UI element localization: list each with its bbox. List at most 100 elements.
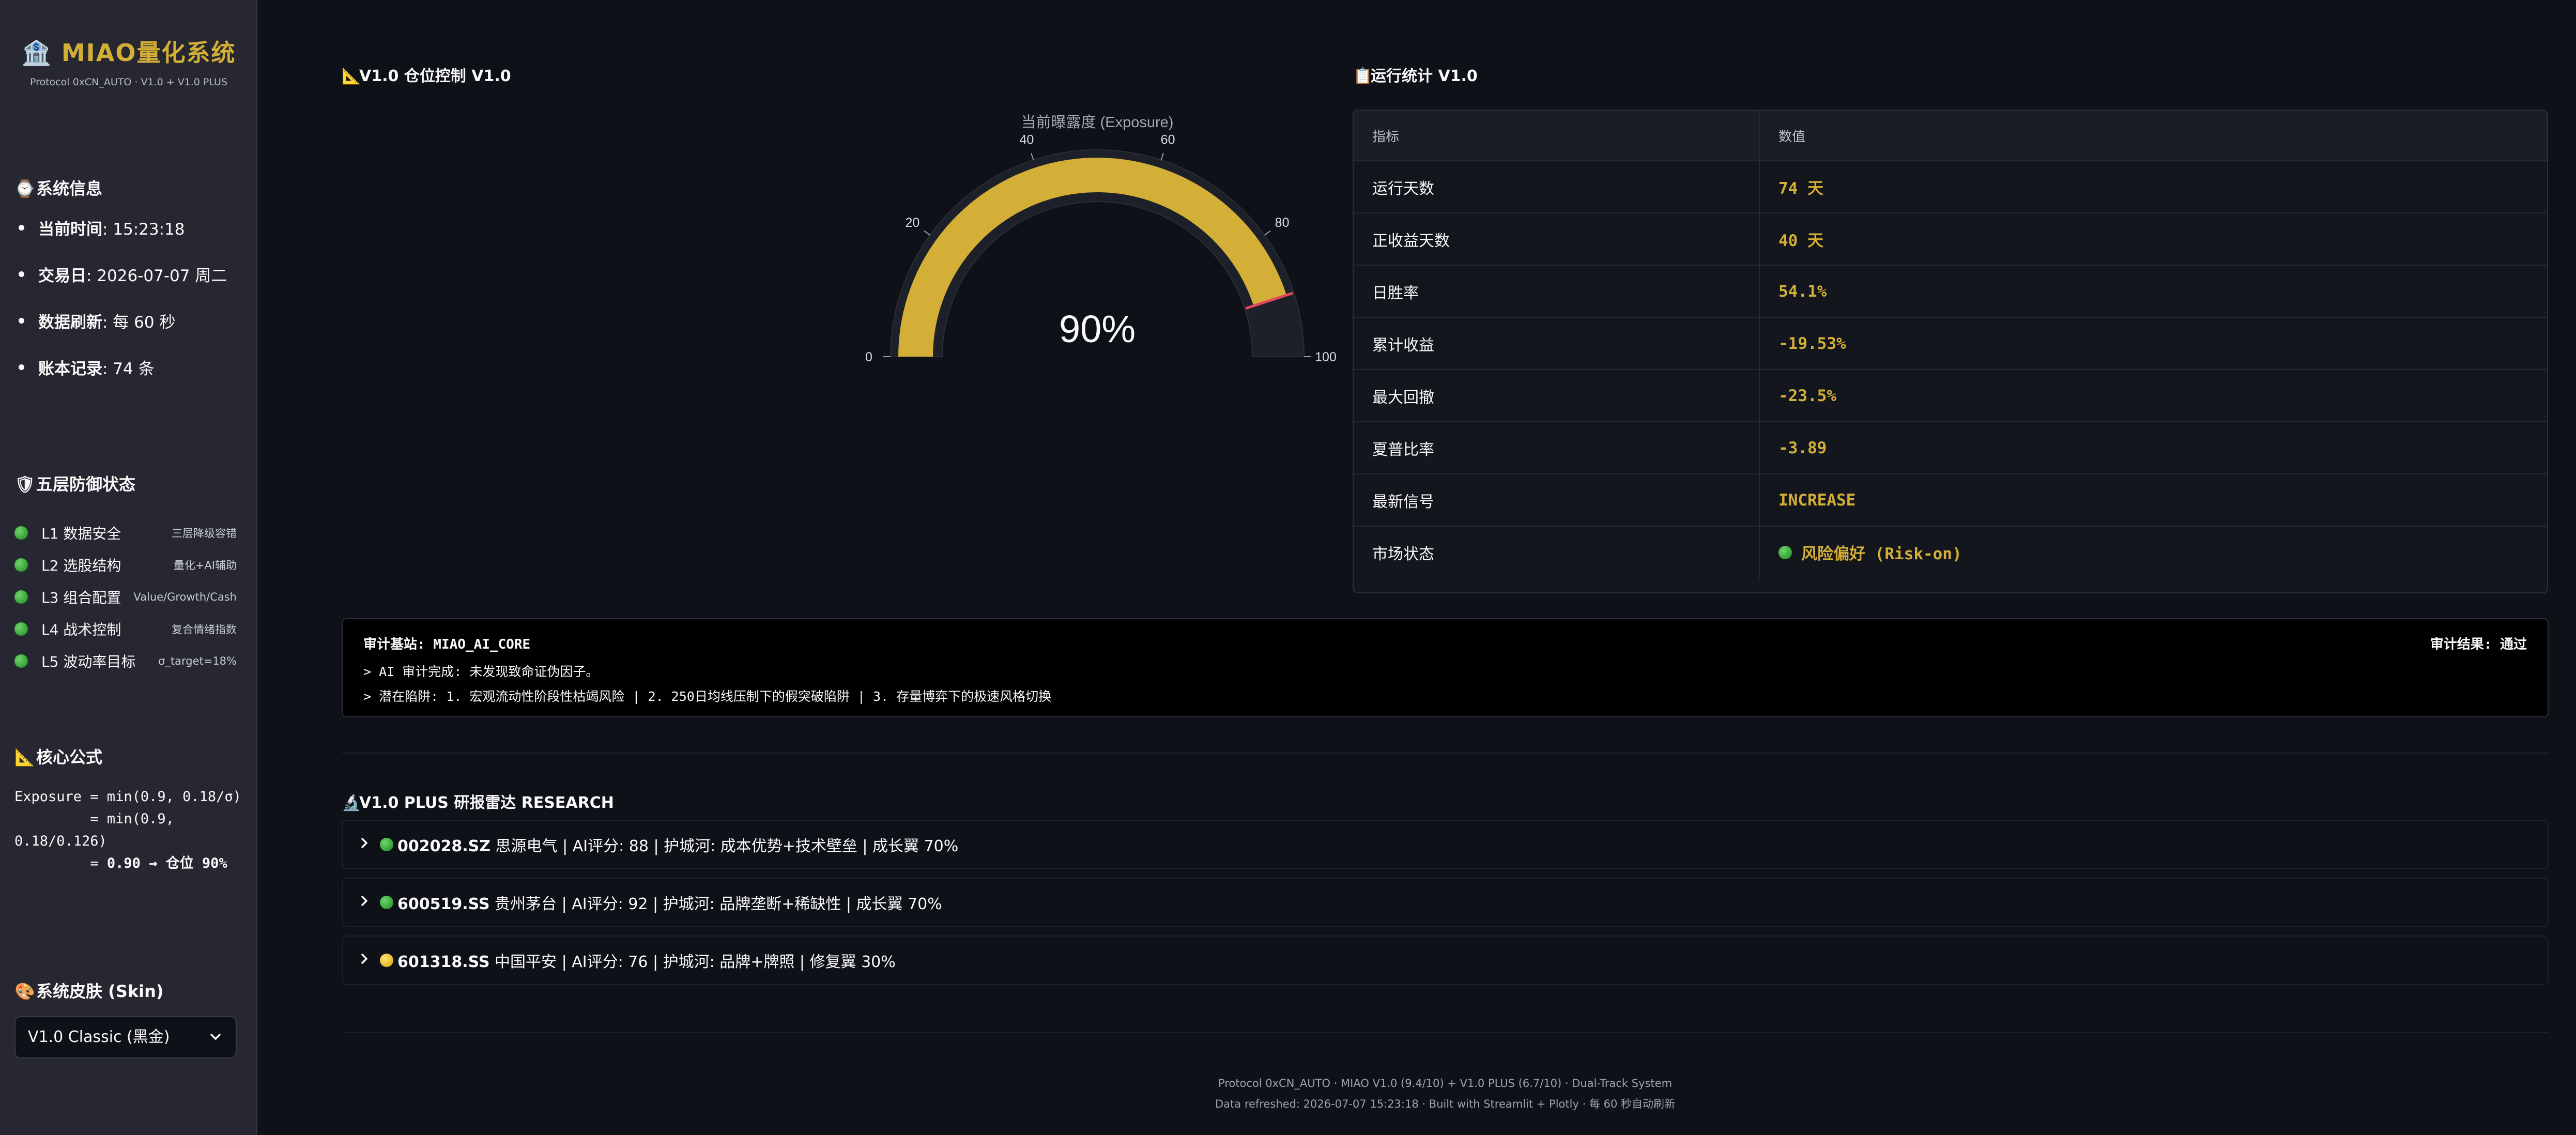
skin-heading: 🎨系统皮肤 (Skin) bbox=[14, 978, 163, 1002]
green-status-icon bbox=[380, 838, 393, 851]
skin-title: 系统皮肤 (Skin) bbox=[36, 981, 164, 1001]
triangle-ruler-icon: 📐 bbox=[342, 67, 361, 85]
app-root: 🏦 MIAO量化系统 Protocol 0xCN_AUTO · V1.0 + V… bbox=[0, 0, 2576, 1135]
exposure-gauge: 当前曝露度 (Exposure) 0 20 40 60 80 100 90% bbox=[851, 103, 1368, 393]
formula-title: 核心公式 bbox=[36, 747, 103, 767]
run-stats-heading: 📋运行统计 V1.0 bbox=[1353, 63, 1478, 86]
position-control-title: V1.0 仓位控制 V1.0 bbox=[359, 67, 511, 85]
metric-cell: 运行天数 bbox=[1354, 161, 1760, 212]
header-metric: 指标 bbox=[1354, 111, 1760, 160]
table-row: 日胜率 54.1% bbox=[1354, 265, 2547, 317]
defense-item: L5 波动率目标 σ_target=18% bbox=[14, 645, 237, 677]
sidebar: 🏦 MIAO量化系统 Protocol 0xCN_AUTO · V1.0 + V… bbox=[0, 0, 257, 1135]
formula-result: 0.90 → 仓位 90% bbox=[106, 855, 227, 871]
table-row: 最新信号 INCREASE bbox=[1354, 473, 2547, 526]
system-info-heading: ⌚系统信息 bbox=[14, 176, 102, 200]
green-status-icon bbox=[14, 590, 28, 604]
gauge-tick-mark bbox=[924, 230, 930, 236]
formula-line-1: Exposure = min(0.9, 0.18/σ) bbox=[14, 789, 241, 805]
defense-note: 复合情绪指数 bbox=[172, 623, 237, 636]
gauge-tick-label: 100 bbox=[1315, 350, 1337, 364]
palette-icon: 🎨 bbox=[14, 981, 35, 1001]
table-row: 市场状态 风险偏好 (Risk-on) bbox=[1354, 526, 2547, 578]
gauge-tick-mark bbox=[1264, 230, 1271, 236]
footer-line-2: Data refreshed: 2026-07-07 15:23:18 · Bu… bbox=[1215, 1098, 1675, 1110]
gauge-tick-mark bbox=[1160, 152, 1164, 160]
metric-cell: 正收益天数 bbox=[1354, 213, 1760, 265]
system-info-list: 当前时间: 15:23:18 交易日: 2026-07-07 周二 数据刷新: … bbox=[14, 216, 227, 402]
formula-line-2: = min(0.9, 0.18/0.126) bbox=[14, 811, 183, 849]
info-item-trade-day: 交易日: 2026-07-07 周二 bbox=[14, 263, 227, 309]
defense-note: Value/Growth/Cash bbox=[133, 591, 237, 603]
gauge-tick-label: 40 bbox=[1020, 133, 1034, 147]
position-control-heading: 📐V1.0 仓位控制 V1.0 bbox=[342, 63, 511, 86]
formula-line-3-prefix: = bbox=[14, 855, 107, 871]
run-stats-title: 运行统计 V1.0 bbox=[1371, 67, 1478, 85]
chevron-right-icon bbox=[359, 952, 380, 970]
gauge-svg: 当前曝露度 (Exposure) 0 20 40 60 80 100 90% bbox=[865, 114, 1337, 364]
defense-label: L2 选股结构 bbox=[41, 557, 121, 574]
info-label: 数据刷新 bbox=[38, 313, 102, 332]
stock-details: 思源电气 | AI评分: 88 | 护城河: 成本优势+技术壁垒 | 成长翼 7… bbox=[490, 837, 959, 855]
metric-cell: 市场状态 bbox=[1354, 527, 1760, 578]
info-label: 交易日 bbox=[38, 267, 86, 285]
skin-selected-value: V1.0 Classic (黑金) bbox=[28, 1028, 170, 1046]
defense-label: L3 组合配置 bbox=[41, 589, 121, 606]
research-heading: 🔬V1.0 PLUS 研报雷达 RESEARCH bbox=[342, 790, 614, 812]
table-row: 运行天数 74 天 bbox=[1354, 160, 2547, 212]
info-label: 账本记录 bbox=[38, 360, 102, 378]
research-expander[interactable]: 601318.SS 中国平安 | AI评分: 76 | 护城河: 品牌+牌照 |… bbox=[342, 935, 2549, 985]
yellow-status-icon bbox=[380, 954, 393, 967]
gauge-tick-mark bbox=[1031, 152, 1034, 160]
watch-icon: ⌚ bbox=[14, 179, 35, 198]
chevron-right-icon bbox=[359, 836, 380, 854]
audit-result: 审计结果: 通过 bbox=[2430, 637, 2527, 652]
info-item-refresh: 数据刷新: 每 60 秒 bbox=[14, 309, 227, 356]
audit-header: 审计基站: MIAO_AI_CORE bbox=[363, 637, 531, 652]
stock-details: 中国平安 | AI评分: 76 | 护城河: 品牌+牌照 | 修复翼 30% bbox=[489, 953, 896, 971]
info-value: : 每 60 秒 bbox=[102, 313, 176, 332]
value-cell: 54.1% bbox=[1778, 282, 1827, 301]
brand-subtitle: Protocol 0xCN_AUTO · V1.0 + V1.0 PLUS bbox=[29, 76, 228, 88]
metric-cell: 夏普比率 bbox=[1354, 422, 1760, 473]
green-status-icon bbox=[14, 622, 28, 636]
table-row: 正收益天数 40 天 bbox=[1354, 212, 2547, 265]
stock-details: 贵州茅台 | AI评分: 92 | 护城河: 品牌垄断+稀缺性 | 成长翼 70… bbox=[489, 895, 942, 913]
value-cell: -3.89 bbox=[1778, 438, 1827, 457]
defense-item: L1 数据安全 三层降级容错 bbox=[14, 517, 237, 549]
stock-code: 002028.SZ bbox=[397, 837, 490, 855]
stock-code: 600519.SS bbox=[397, 895, 490, 913]
metric-cell: 最大回撤 bbox=[1354, 370, 1760, 421]
research-item-text: 601318.SS 中国平安 | AI评分: 76 | 护城河: 品牌+牌照 |… bbox=[397, 949, 896, 972]
formula-heading: 📐核心公式 bbox=[14, 744, 102, 768]
value-cell: 风险偏好 (Risk-on) bbox=[1760, 527, 2547, 578]
gauge-label: 当前曝露度 (Exposure) bbox=[1021, 114, 1174, 131]
info-label: 当前时间 bbox=[38, 220, 102, 239]
defense-note: σ_target=18% bbox=[158, 655, 237, 667]
microscope-icon: 🔬 bbox=[342, 794, 361, 812]
value-cell: -19.53% bbox=[1778, 334, 1846, 353]
header-value: 数值 bbox=[1778, 128, 1806, 144]
green-status-icon bbox=[14, 558, 28, 572]
shield-icon: 🛡 bbox=[14, 474, 36, 494]
audit-line-2: > 潜在陷阱: 1. 宏观流动性阶段性枯竭风险 | 2. 250日均线压制下的假… bbox=[363, 689, 1052, 704]
info-value: : 2026-07-07 周二 bbox=[86, 267, 227, 285]
gauge-tick-label: 60 bbox=[1161, 133, 1175, 147]
green-status-icon bbox=[14, 526, 28, 540]
value-cell: 40 天 bbox=[1778, 232, 1823, 250]
defense-label: L1 数据安全 bbox=[41, 525, 121, 542]
research-expander[interactable]: 002028.SZ 思源电气 | AI评分: 88 | 护城河: 成本优势+技术… bbox=[342, 820, 2549, 869]
defense-item: L3 组合配置 Value/Growth/Cash bbox=[14, 581, 237, 613]
formula-block: Exposure = min(0.9, 0.18/σ) = min(0.9, 0… bbox=[14, 786, 242, 875]
research-item-text: 002028.SZ 思源电气 | AI评分: 88 | 护城河: 成本优势+技术… bbox=[397, 833, 958, 856]
divider bbox=[342, 753, 2549, 754]
info-value: : 74 条 bbox=[102, 360, 155, 378]
defense-label: L4 战术控制 bbox=[41, 621, 121, 638]
chevron-down-icon bbox=[209, 1017, 222, 1073]
research-expander[interactable]: 600519.SS 贵州茅台 | AI评分: 92 | 护城河: 品牌垄断+稀缺… bbox=[342, 878, 2549, 927]
skin-select[interactable]: V1.0 Classic (黑金) bbox=[14, 1016, 237, 1059]
research-item-text: 600519.SS 贵州茅台 | AI评分: 92 | 护城河: 品牌垄断+稀缺… bbox=[397, 891, 942, 914]
green-status-icon bbox=[14, 654, 28, 668]
divider bbox=[342, 1032, 2549, 1033]
defense-title: 五层防御状态 bbox=[36, 474, 136, 494]
